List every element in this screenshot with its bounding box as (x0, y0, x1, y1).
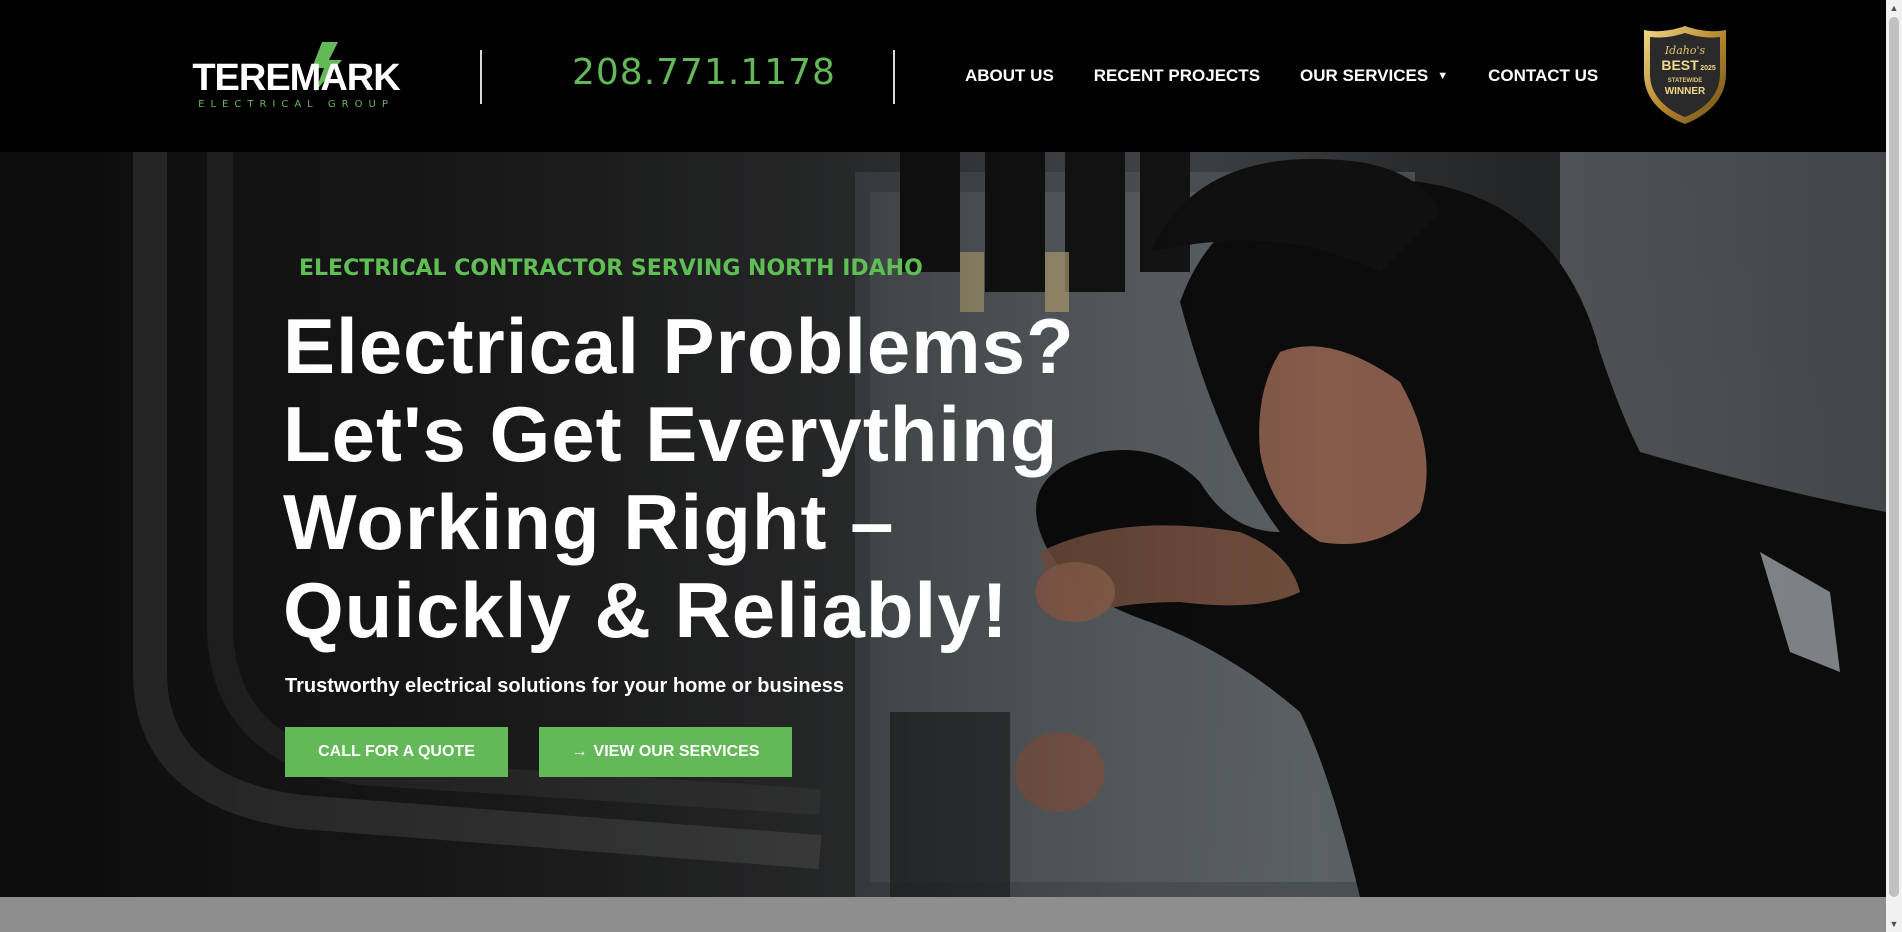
header-divider (480, 50, 482, 104)
headline-line: Let's Get Everything (283, 390, 1059, 478)
nav-label: OUR SERVICES (1300, 66, 1429, 85)
shield-badge-icon: Idaho's BEST 2025 STATEWIDE WINNER (1644, 26, 1726, 124)
caret-down-icon: ▼ (1437, 70, 1449, 82)
headline-line: Electrical Problems? (283, 302, 1075, 390)
scrollbar-thumb[interactable] (1889, 17, 1899, 897)
button-label: VIEW OUR SERVICES (593, 743, 760, 760)
main-nav: ABOUT US RECENT PROJECTS OUR SERVICES ▼ C… (965, 66, 1638, 86)
call-for-quote-button[interactable]: CALL FOR A QUOTE (285, 727, 508, 777)
nav-our-services[interactable]: OUR SERVICES ▼ (1300, 66, 1448, 86)
button-label: CALL FOR A QUOTE (318, 743, 475, 760)
nav-about-us[interactable]: ABOUT US (965, 66, 1054, 86)
page-scrollbar[interactable]: ▲ ▼ (1886, 0, 1902, 932)
arrow-right-icon: → (571, 743, 588, 760)
nav-label: ABOUT US (965, 66, 1054, 85)
scroll-down-arrow-icon[interactable]: ▼ (1886, 916, 1902, 932)
scroll-up-arrow-icon[interactable]: ▲ (1886, 0, 1902, 16)
headline-line: Quickly & Reliably! (283, 566, 1009, 654)
logo-tagline: ELECTRICAL GROUP (198, 99, 394, 110)
site-header: TEREMARK ELECTRICAL GROUP 208.771.1178 A… (0, 0, 1886, 152)
svg-text:WINNER: WINNER (1665, 86, 1706, 97)
svg-text:2025: 2025 (1700, 65, 1716, 72)
view-our-services-button[interactable]: → VIEW OUR SERVICES (539, 727, 792, 777)
logo-wordmark: TEREMARK (192, 57, 401, 99)
svg-text:Idaho's: Idaho's (1664, 44, 1706, 57)
logo-graphic: TEREMARK ELECTRICAL GROUP (192, 42, 402, 110)
hero-subheadline: Trustworthy electrical solutions for you… (285, 675, 845, 697)
hero-eyebrow: ELECTRICAL CONTRACTOR SERVING NORTH IDAH… (299, 256, 923, 281)
teremark-logo[interactable]: TEREMARK ELECTRICAL GROUP (152, 42, 440, 112)
nav-label: RECENT PROJECTS (1093, 66, 1261, 85)
hero-section: ELECTRICAL CONTRACTOR SERVING NORTH IDAH… (0, 152, 1886, 897)
hero-headline: Electrical Problems? Let's Get Everythin… (283, 302, 1143, 654)
header-divider (893, 50, 895, 104)
phone-number-link[interactable]: 208.771.1178 (572, 52, 836, 93)
svg-text:STATEWIDE: STATEWIDE (1668, 78, 1702, 84)
nav-contact-us[interactable]: CONTACT US (1488, 66, 1598, 86)
svg-text:BEST: BEST (1661, 57, 1699, 73)
nav-label: CONTACT US (1488, 66, 1599, 85)
nav-recent-projects[interactable]: RECENT PROJECTS (1094, 66, 1260, 86)
headline-line: Working Right – (283, 478, 895, 566)
next-section-edge (0, 897, 1886, 932)
idahos-best-badge[interactable]: Idaho's BEST 2025 STATEWIDE WINNER (1642, 24, 1728, 126)
